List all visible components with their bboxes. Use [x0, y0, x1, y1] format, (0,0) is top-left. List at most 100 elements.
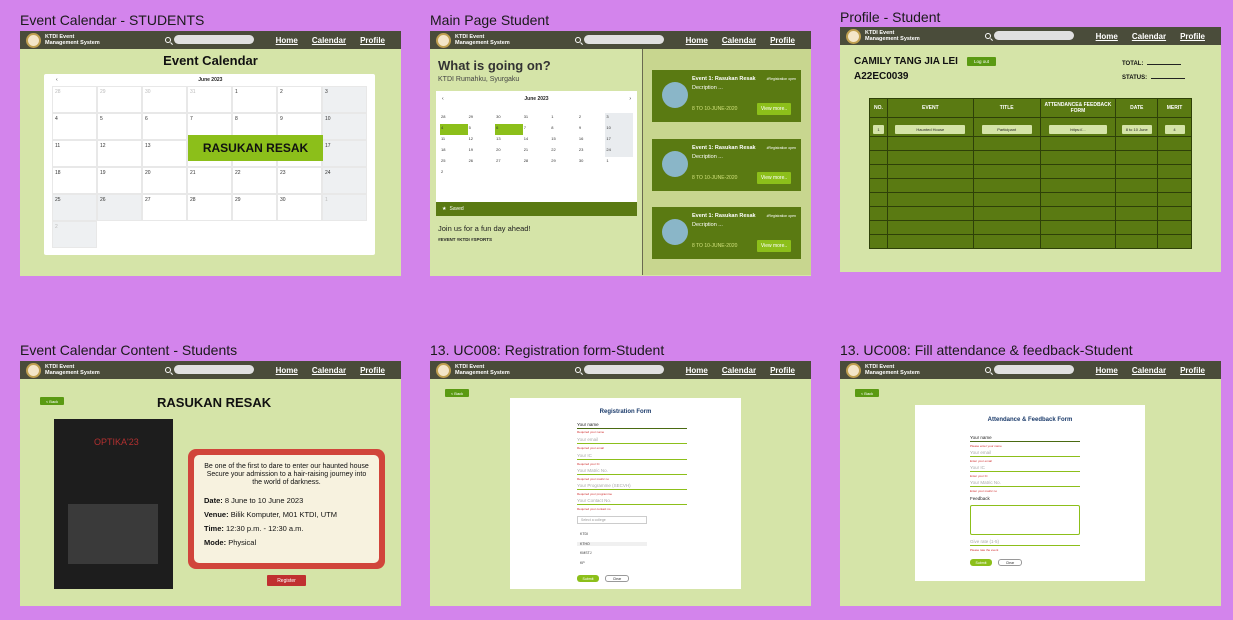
contact-field[interactable]: Your Contact No. — [577, 498, 687, 505]
mini-calendar-day[interactable]: 13 — [495, 135, 523, 146]
nav-calendar-link[interactable]: Calendar — [722, 366, 756, 375]
mini-calendar-day[interactable]: 29 — [468, 113, 496, 124]
search-input[interactable] — [174, 35, 254, 44]
nav-profile-link[interactable]: Profile — [1180, 366, 1205, 375]
calendar-day[interactable]: 3 — [322, 86, 367, 113]
name-field[interactable]: Your name — [970, 435, 1080, 442]
nav-profile-link[interactable]: Profile — [360, 36, 385, 45]
mini-calendar-day[interactable]: 1 — [605, 157, 633, 168]
feedback-textarea[interactable] — [970, 505, 1080, 535]
email-field[interactable]: Your email — [970, 450, 1080, 457]
prev-month-button[interactable]: ‹ — [442, 96, 444, 102]
search-input[interactable] — [584, 365, 664, 374]
mini-calendar-day[interactable]: 19 — [468, 146, 496, 157]
calendar-day[interactable]: 28 — [52, 86, 97, 113]
nav-profile-link[interactable]: Profile — [770, 366, 795, 375]
calendar-day[interactable]: 30 — [142, 86, 187, 113]
nav-home-link[interactable]: Home — [1096, 366, 1118, 375]
nav-home-link[interactable]: Home — [686, 366, 708, 375]
calendar-day[interactable]: 24 — [322, 167, 367, 194]
ktdi-logo[interactable] — [436, 32, 451, 48]
mini-calendar-day[interactable]: 9 — [578, 124, 606, 135]
mini-calendar-day[interactable]: 7 — [523, 124, 551, 135]
college-option[interactable]: KP — [577, 561, 647, 565]
name-field[interactable]: Your name — [577, 422, 687, 429]
ktdi-logo[interactable] — [846, 28, 861, 44]
clear-button[interactable]: Clear — [605, 575, 629, 582]
mini-calendar-day[interactable]: 5 — [468, 124, 496, 135]
nav-home-link[interactable]: Home — [276, 36, 298, 45]
prev-month-button[interactable]: ‹ — [56, 77, 58, 83]
mini-calendar-day[interactable]: 10 — [605, 124, 633, 135]
college-option[interactable]: KTDI — [577, 532, 647, 536]
ktdi-logo[interactable] — [26, 362, 41, 378]
college-option[interactable]: KMSTJ — [577, 551, 647, 555]
nav-home-link[interactable]: Home — [1096, 32, 1118, 41]
mini-calendar-day[interactable]: 20 — [495, 146, 523, 157]
calendar-day[interactable]: 2 — [277, 86, 322, 113]
calendar-day[interactable]: 28 — [187, 194, 232, 221]
calendar-day[interactable]: 21 — [187, 167, 232, 194]
mini-calendar-day[interactable]: 30 — [578, 157, 606, 168]
nav-home-link[interactable]: Home — [276, 366, 298, 375]
calendar-event-bar[interactable]: RASUKAN RESAK — [188, 135, 323, 161]
mini-calendar-day[interactable]: 30 — [495, 113, 523, 124]
mini-calendar-day[interactable]: 23 — [578, 146, 606, 157]
rate-field[interactable]: Give rate (1-5) — [970, 539, 1080, 546]
calendar-day[interactable]: 29 — [97, 86, 142, 113]
calendar-day[interactable]: 30 — [277, 194, 322, 221]
calendar-day[interactable]: 22 — [232, 167, 277, 194]
mini-calendar-day[interactable]: 25 — [440, 157, 468, 168]
calendar-day[interactable]: 1 — [232, 86, 277, 113]
nav-calendar-link[interactable]: Calendar — [1132, 32, 1166, 41]
calendar-day[interactable]: 29 — [232, 194, 277, 221]
college-select[interactable]: Select a college — [577, 516, 647, 524]
back-button[interactable]: < Back — [855, 389, 879, 397]
programme-field[interactable]: Your Programme (SECVH) — [577, 483, 687, 490]
ktdi-logo[interactable] — [846, 362, 861, 378]
calendar-day[interactable]: 26 — [97, 194, 142, 221]
calendar-day[interactable]: 6 — [142, 113, 187, 140]
calendar-day[interactable]: 10 — [322, 113, 367, 140]
nav-calendar-link[interactable]: Calendar — [312, 36, 346, 45]
view-more-button[interactable]: View more.. — [757, 240, 791, 252]
calendar-day[interactable]: 18 — [52, 167, 97, 194]
ic-field[interactable]: Your IC — [577, 453, 687, 460]
ktdi-logo[interactable] — [436, 362, 451, 378]
mini-calendar-day[interactable]: 2 — [440, 168, 468, 179]
calendar-day[interactable]: 23 — [277, 167, 322, 194]
nav-calendar-link[interactable]: Calendar — [722, 36, 756, 45]
mini-calendar-day[interactable]: 29 — [550, 157, 578, 168]
calendar-day[interactable]: 31 — [187, 86, 232, 113]
nav-home-link[interactable]: Home — [686, 36, 708, 45]
mini-calendar-day[interactable]: 18 — [440, 146, 468, 157]
nav-profile-link[interactable]: Profile — [1180, 32, 1205, 41]
mini-calendar-day[interactable]: 21 — [523, 146, 551, 157]
calendar-day[interactable]: 4 — [52, 113, 97, 140]
ic-field[interactable]: Your IC — [970, 465, 1080, 472]
mini-calendar-day[interactable]: 2 — [578, 113, 606, 124]
mini-calendar-day[interactable]: 28 — [440, 113, 468, 124]
clear-button[interactable]: Clear — [998, 559, 1022, 566]
matric-field[interactable]: Your Matric No. — [970, 480, 1080, 487]
mini-calendar-day[interactable]: 24 — [605, 146, 633, 157]
back-button[interactable]: < Back — [40, 397, 64, 405]
view-more-button[interactable]: View more.. — [757, 103, 791, 115]
view-more-button[interactable]: View more.. — [757, 172, 791, 184]
next-month-button[interactable]: › — [629, 96, 631, 102]
nav-calendar-link[interactable]: Calendar — [312, 366, 346, 375]
calendar-day[interactable]: 17 — [322, 140, 367, 167]
logout-button[interactable]: Log out — [967, 57, 996, 66]
nav-profile-link[interactable]: Profile — [770, 36, 795, 45]
mini-calendar-day[interactable]: 1 — [550, 113, 578, 124]
calendar-day[interactable]: 19 — [97, 167, 142, 194]
calendar-day[interactable]: 27 — [142, 194, 187, 221]
mini-calendar-day[interactable]: 14 — [523, 135, 551, 146]
submit-button[interactable]: Submit — [577, 575, 599, 582]
matric-field[interactable]: Your Matric No. — [577, 468, 687, 475]
search-input[interactable] — [994, 31, 1074, 40]
mini-calendar-day[interactable]: 17 — [605, 135, 633, 146]
mini-calendar-day[interactable]: 27 — [495, 157, 523, 168]
search-input[interactable] — [584, 35, 664, 44]
mini-calendar-day[interactable]: 31 — [523, 113, 551, 124]
